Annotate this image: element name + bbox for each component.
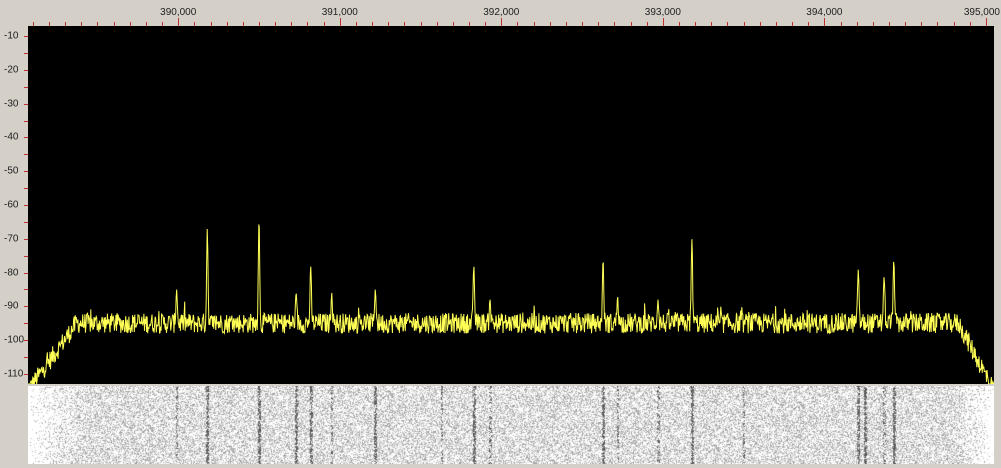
bottom-strip (0, 464, 1001, 468)
ruler-tick (501, 18, 503, 26)
frequency-tick-label: 390,000 (160, 7, 197, 18)
ruler-tick (662, 18, 664, 26)
ruler-tick (178, 18, 180, 26)
spectrum-trace-svg (28, 224, 994, 384)
ruler-tick (339, 18, 341, 26)
frequency-tick-label: 391,000 (321, 7, 358, 18)
waterfall-display[interactable] (28, 386, 994, 464)
level-tick-label: -10 (4, 30, 19, 42)
frequency-ruler[interactable]: 390,000 391,000 392,000 393,000 394,000 395,0… (28, 0, 1001, 26)
level-tick-label: -80 (4, 267, 19, 279)
ruler-tick (985, 18, 987, 26)
frequency-tick-label: 393,000 (644, 7, 681, 18)
spectrum-analyzer-window: 390,000 391,000 392,000 393,000 394,000 395,0… (0, 0, 1001, 468)
level-axis: -10 -20 -30 -40 -50 -60 -70 -80 -90 -100 -110 (0, 26, 28, 384)
spectrum-display[interactable] (28, 26, 994, 384)
level-tick-label: -100 (4, 334, 25, 346)
level-tick-label: -30 (4, 98, 19, 110)
right-margin (994, 26, 1001, 384)
level-tick-label: -60 (4, 199, 19, 211)
frequency-tick-label: 394,000 (806, 7, 843, 18)
spectrum-trace (28, 224, 994, 384)
level-tick-label: -20 (4, 64, 19, 76)
level-tick-label: -90 (4, 300, 19, 312)
level-tick-label: -50 (4, 165, 19, 177)
frequency-tick-label: 392,000 (483, 7, 520, 18)
frequency-tick-label: 395,000 (963, 7, 1000, 18)
level-tick-label: -70 (4, 233, 19, 245)
waterfall-canvas (28, 386, 994, 464)
level-tick-label: -40 (4, 131, 19, 143)
ruler-tick (824, 18, 826, 26)
level-tick-label: -110 (4, 368, 24, 380)
